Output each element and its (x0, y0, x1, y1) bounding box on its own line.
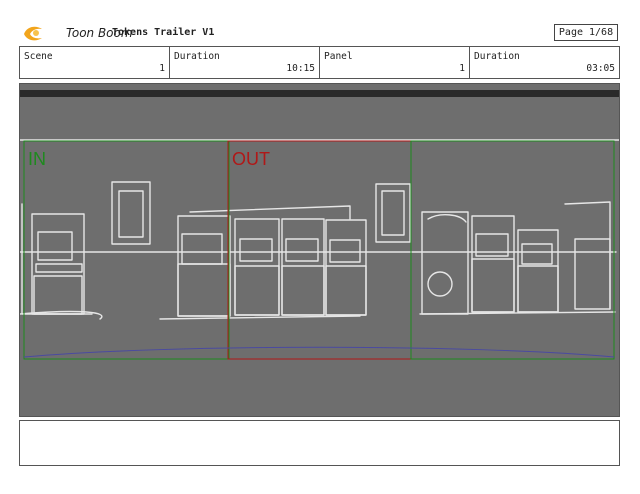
panel-background (20, 84, 619, 416)
scene-duration-label: Duration (174, 51, 220, 62)
document-title: Tokens Trailer V1 (112, 27, 215, 38)
scene-cell: Scene 1 (20, 47, 170, 78)
panel-notes (19, 420, 620, 466)
panel-info-bar: Scene 1 Duration 10:15 Panel 1 Duration … (19, 46, 620, 79)
storyboard-panel: IN OUT (19, 83, 620, 417)
panel-cell: Panel 1 (320, 47, 470, 78)
panel-label: Panel (324, 51, 353, 62)
toon-boom-logo: Toon Boom (22, 22, 133, 44)
scene-label: Scene (24, 51, 53, 62)
page-indicator: Page 1/68 (554, 24, 618, 41)
panel-duration-cell: Duration 03:05 (470, 47, 619, 78)
panel-value: 1 (459, 63, 465, 74)
panel-duration-value: 03:05 (586, 63, 615, 74)
out-label: OUT (232, 149, 270, 169)
ceiling-band (20, 90, 619, 97)
toon-boom-logo-icon (24, 26, 42, 41)
in-label: IN (28, 149, 46, 169)
panel-sketch: IN OUT (19, 84, 620, 416)
scene-value: 1 (159, 63, 165, 74)
scene-duration-value: 10:15 (286, 63, 315, 74)
panel-duration-label: Duration (474, 51, 520, 62)
scene-duration-cell: Duration 10:15 (170, 47, 320, 78)
